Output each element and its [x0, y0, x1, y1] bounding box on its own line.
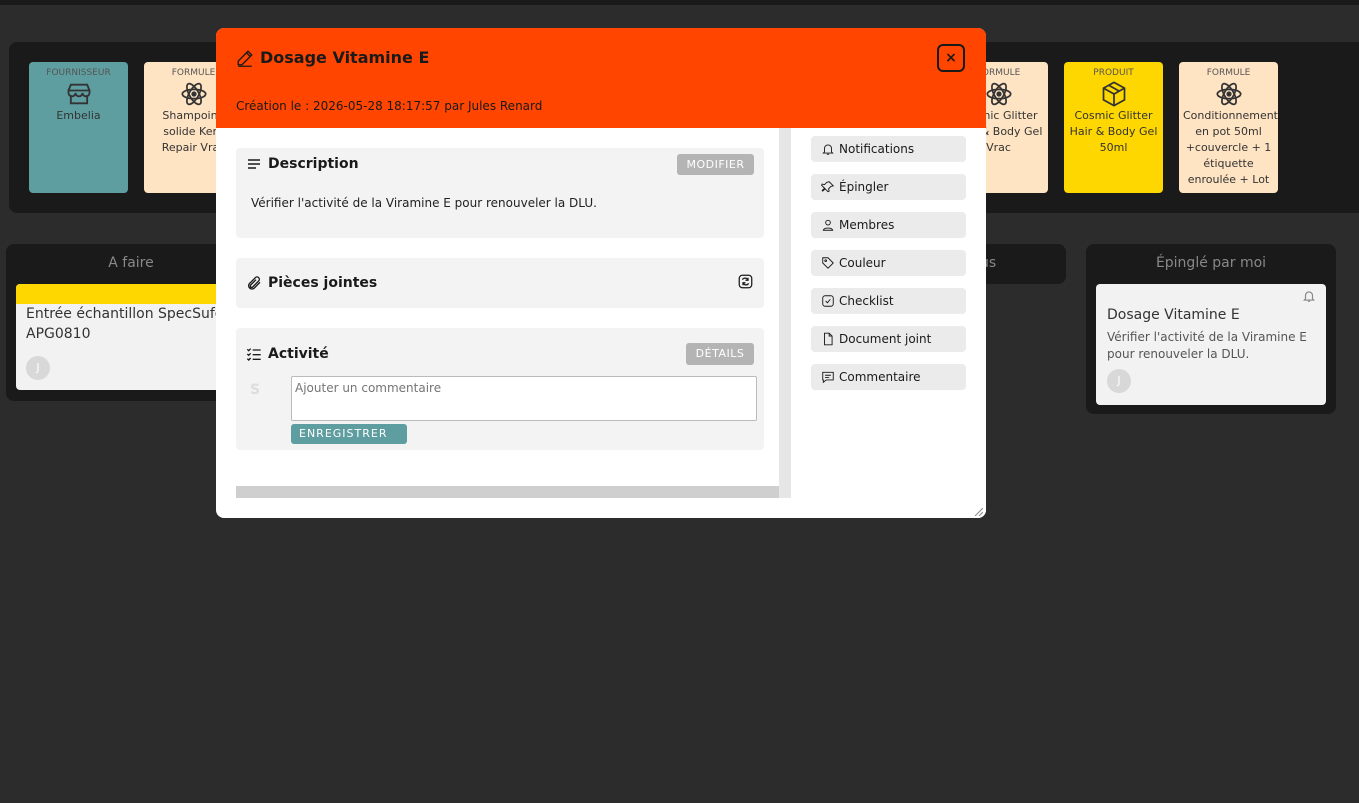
notifications-button[interactable]: Notifications: [811, 136, 966, 162]
linked-item-name: Cosmic Glitter Hair & Body Gel 50ml: [1069, 109, 1158, 154]
card-detail-modal: Dosage Vitamine E Création le : 2026-05-…: [216, 28, 986, 518]
text-lines-icon: [248, 159, 260, 169]
color-label: Couleur: [839, 256, 886, 270]
modal-title[interactable]: Dosage Vitamine E: [260, 48, 429, 67]
notifications-label: Notifications: [839, 142, 915, 156]
column-pinned: Épinglé par moi Dosage Vitamine E Vérifi…: [1086, 244, 1336, 414]
description-header: Description: [246, 148, 359, 180]
checkbox-icon: [822, 295, 834, 307]
avatar: S: [250, 382, 261, 398]
bell-icon: [1302, 291, 1316, 302]
modal-header: Dosage Vitamine E Création le : 2026-05-…: [216, 28, 986, 128]
details-button[interactable]: DÉTAILS: [686, 343, 754, 365]
comment-icon: [822, 371, 834, 384]
activity-label: Activité: [268, 346, 329, 362]
attachments-header: Pièces jointes: [246, 258, 377, 308]
store-icon: [67, 83, 90, 105]
top-bar: [0, 0, 1359, 5]
linked-item-type: FOURNISSEUR: [46, 68, 111, 78]
attach-document-button[interactable]: Document joint: [811, 326, 966, 352]
file-icon: [824, 332, 833, 346]
refresh-icon[interactable]: [738, 274, 753, 289]
pin-label: Épingler: [839, 180, 889, 194]
column-title: Épinglé par moi: [1155, 255, 1267, 271]
task-card-description: Vérifier l'activité de la Viramine E pou…: [1107, 330, 1307, 361]
linked-item-name: Conditionnement en pot 50ml +couvercle +…: [1183, 109, 1278, 186]
pin-icon: [821, 181, 835, 193]
pencil-icon: [237, 49, 253, 67]
tag-icon: [822, 257, 834, 269]
linked-item-supplier[interactable]: FOURNISSEUR Embelia: [29, 62, 128, 193]
activity-header: Activité: [246, 328, 329, 380]
attach-document-label: Document joint: [839, 332, 932, 346]
close-icon: ×: [945, 50, 957, 66]
linked-item-name: Embelia: [56, 109, 101, 122]
attachments-label: Pièces jointes: [268, 275, 378, 291]
avatar: J: [26, 356, 50, 380]
checklist-label: Checklist: [839, 294, 894, 308]
modal-created-meta: Création le : 2026-05-28 18:17:57 par Ju…: [236, 99, 543, 113]
checklist-button[interactable]: Checklist: [811, 288, 966, 314]
task-card[interactable]: Dosage Vitamine E Vérifier l'activité de…: [1096, 284, 1326, 405]
comment-input[interactable]: [291, 376, 757, 421]
description-section: Description MODIFIER Vérifier l'activité…: [236, 148, 764, 238]
attachments-section: Pièces jointes: [236, 258, 764, 308]
modal-actions-sidebar: Notifications Épingler Membres Couleur C…: [791, 128, 986, 518]
members-label: Membres: [839, 218, 895, 232]
description-label: Description: [268, 156, 359, 172]
paperclip-icon: [248, 276, 261, 290]
linked-item-type: PRODUIT: [1093, 68, 1134, 78]
avatar: J: [1107, 369, 1131, 393]
comment-button[interactable]: Commentaire: [811, 364, 966, 390]
resize-grip-icon[interactable]: [975, 508, 983, 516]
modal-title-row: Dosage Vitamine E: [236, 48, 429, 67]
edit-description-button[interactable]: MODIFIER: [677, 154, 754, 175]
atom-icon: [180, 82, 207, 106]
atom-icon: [985, 82, 1012, 106]
horizontal-scrollbar[interactable]: [236, 486, 779, 498]
user-icon: [822, 219, 834, 231]
linked-item-product[interactable]: PRODUIT Cosmic Glitter Hair & Body Gel 5…: [1064, 62, 1163, 193]
checklist-icon: [246, 348, 261, 361]
modal-main-content: Description MODIFIER Vérifier l'activité…: [216, 128, 779, 486]
linked-item-formula[interactable]: FORMULE Conditionnement en pot 50ml +cou…: [1179, 62, 1278, 193]
description-text: Vérifier l'activité de la Viramine E pou…: [251, 196, 597, 210]
activity-section: Activité DÉTAILS S ENREGISTRER: [236, 328, 764, 450]
members-button[interactable]: Membres: [811, 212, 966, 238]
save-comment-button[interactable]: ENREGISTRER: [291, 424, 407, 444]
vertical-scrollbar[interactable]: [779, 128, 791, 498]
close-button[interactable]: ×: [937, 44, 965, 72]
comment-label: Commentaire: [839, 370, 921, 384]
bell-icon: [822, 144, 834, 155]
task-card-title: Dosage Vitamine E: [1107, 307, 1240, 323]
color-button[interactable]: Couleur: [811, 250, 966, 276]
atom-icon: [1215, 82, 1242, 106]
box-icon: [1102, 81, 1125, 107]
pin-button[interactable]: Épingler: [811, 174, 966, 200]
linked-item-type: FORMULE: [1206, 68, 1251, 78]
